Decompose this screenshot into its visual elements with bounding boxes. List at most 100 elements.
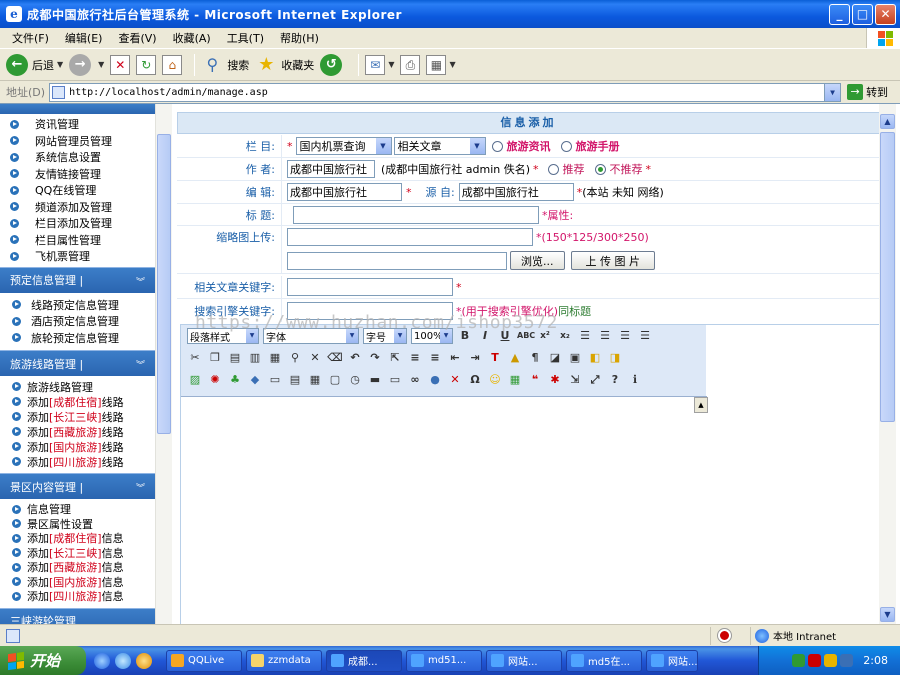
task-chengdu[interactable]: 成都... xyxy=(326,649,402,672)
address-url[interactable]: http://localhost/admin/manage.asp xyxy=(69,87,268,98)
sidebar-item[interactable]: 景区属性设置 xyxy=(0,517,155,532)
align-left-icon[interactable]: ☰ xyxy=(577,328,593,344)
copy-icon[interactable]: ❐ xyxy=(207,350,223,366)
menu-help[interactable]: 帮助(H) xyxy=(272,30,327,46)
hr-icon[interactable]: ▬ xyxy=(367,372,383,388)
task-website1[interactable]: 网站... xyxy=(486,649,562,672)
file-icon[interactable]: ◆ xyxy=(247,372,263,388)
sidebar-item[interactable]: 栏目属性管理 xyxy=(0,232,155,249)
scroll-thumb[interactable] xyxy=(880,132,895,422)
address-dropdown-icon[interactable]: ▼ xyxy=(824,83,841,101)
chevron-down-icon[interactable]: ︾ xyxy=(136,275,145,288)
minimize-button[interactable]: _ xyxy=(829,4,850,25)
browser-quicklaunch-icon[interactable] xyxy=(115,652,131,669)
close-button[interactable]: ✕ xyxy=(875,4,896,25)
radio-not-recommend[interactable] xyxy=(594,163,606,175)
emoticon-icon[interactable]: ☺ xyxy=(487,372,503,388)
sidebar-item[interactable]: 添加 [长江三峡] 信息 xyxy=(0,546,155,561)
browse-button[interactable]: 浏览... xyxy=(510,251,565,270)
excel-icon[interactable]: ▦ xyxy=(507,372,523,388)
go-button[interactable]: → 转到 xyxy=(847,84,888,100)
sidebar-group-header[interactable]: 景区内容管理 | ︾ xyxy=(0,473,155,499)
sidebar-link[interactable]: [西藏旅游] xyxy=(49,424,102,440)
radio-not-recommend-label[interactable]: 不推荐 xyxy=(610,161,643,177)
task-zzmdata[interactable]: zzmdata xyxy=(246,649,322,672)
sidebar-item[interactable]: 旅游线路管理 xyxy=(0,379,155,394)
iframe-icon[interactable]: ▦ xyxy=(307,372,323,388)
sidebar-link[interactable]: 网站管理员管理 xyxy=(35,133,112,149)
radio-recommend[interactable] xyxy=(547,163,559,175)
subcategory-select[interactable]: 相关文章 ▼ xyxy=(393,137,486,155)
task-website2[interactable]: 网站... xyxy=(646,649,698,672)
eraser-icon[interactable]: ⌫ xyxy=(327,350,343,366)
paste-icon[interactable]: ▤ xyxy=(227,350,243,366)
paragraph-style-select[interactable]: 段落样式 ▼ xyxy=(187,328,259,344)
font-select[interactable]: 字体 ▼ xyxy=(263,328,359,344)
sidebar-item[interactable]: 旅轮预定信息管理 xyxy=(0,330,155,347)
zoom-select[interactable]: 100% ▼ xyxy=(411,328,453,344)
paragraph-icon[interactable]: ¶ xyxy=(527,350,543,366)
address-input[interactable]: http://localhost/admin/manage.asp ▼ xyxy=(49,82,842,102)
upload-image-button[interactable]: 上 传 图 片 xyxy=(570,251,655,270)
sidebar-item[interactable]: 添加 [四川旅游] 信息 xyxy=(0,589,155,604)
sidebar-item[interactable]: 酒店预定信息管理 xyxy=(0,313,155,330)
cut-icon[interactable]: ✂ xyxy=(187,350,203,366)
sidebar-item[interactable]: 添加 [国内旅游] 线路 xyxy=(0,439,155,454)
image-icon[interactable]: ▨ xyxy=(187,372,203,388)
forward-button[interactable]: → ▼ xyxy=(69,53,104,76)
import-icon[interactable]: ⇲ xyxy=(567,372,583,388)
quote-icon[interactable]: ❝ xyxy=(527,372,543,388)
sidebar-link[interactable]: 线路预定信息管理 xyxy=(31,297,119,313)
find-icon[interactable]: ⚲ xyxy=(287,350,303,366)
start-button[interactable]: 开始 xyxy=(0,646,86,675)
sidebar-item[interactable]: 添加 [国内旅游] 信息 xyxy=(0,575,155,590)
sidebar-item[interactable]: 飞机票管理 xyxy=(0,248,155,265)
paste-word-icon[interactable]: ▦ xyxy=(267,350,283,366)
time-icon[interactable]: ◷ xyxy=(347,372,363,388)
home-button[interactable]: ⌂ xyxy=(162,54,183,75)
radio-travel-guide-label[interactable]: 旅游手册 xyxy=(576,138,620,154)
select-icon[interactable]: ⇱ xyxy=(387,350,403,366)
sidebar-group-header[interactable]: 预定信息管理 | ︾ xyxy=(0,266,155,293)
editor-input[interactable]: 成都中国旅行社 xyxy=(287,183,402,201)
radio-travel-guide[interactable] xyxy=(560,140,572,152)
undo-icon[interactable]: ↶ xyxy=(347,350,363,366)
sidebar-scrollbar[interactable] xyxy=(155,104,172,625)
menu-view[interactable]: 查看(V) xyxy=(110,30,164,46)
author-input[interactable]: 成都中国旅行社 xyxy=(287,160,375,178)
flash-icon[interactable]: ✺ xyxy=(207,372,223,388)
related-keywords-input[interactable] xyxy=(287,278,453,296)
sidebar-item[interactable]: QQ在线管理 xyxy=(0,182,155,199)
history-button[interactable]: ↺ xyxy=(320,53,346,76)
align-justify-icon[interactable]: ☰ xyxy=(637,328,653,344)
layer-front-icon[interactable]: ◧ xyxy=(587,350,603,366)
chevron-down-icon[interactable]: ︾ xyxy=(136,481,145,494)
outdent-icon[interactable]: ⇤ xyxy=(447,350,463,366)
mail-button[interactable]: ✉ ▼ xyxy=(365,54,394,75)
sidebar-item[interactable]: 频道添加及管理 xyxy=(0,199,155,216)
align-center-icon[interactable]: ☰ xyxy=(597,328,613,344)
media-icon[interactable]: ♣ xyxy=(227,372,243,388)
link-icon[interactable]: ∞ xyxy=(407,372,423,388)
thumbnail-path-input[interactable] xyxy=(287,228,533,246)
sidebar-link[interactable]: 栏目属性管理 xyxy=(35,232,101,248)
edit-page-button[interactable]: ▦ ▼ xyxy=(426,54,456,75)
sidebar-link[interactable]: 旅轮预定信息管理 xyxy=(31,330,119,346)
search-button[interactable]: ⚲ 搜索 xyxy=(201,54,249,76)
unordered-list-icon[interactable]: ≡ xyxy=(427,350,443,366)
back-dropdown-icon[interactable]: ▼ xyxy=(57,60,63,69)
sidebar-link[interactable]: [国内旅游] xyxy=(49,439,102,455)
file-input[interactable] xyxy=(287,251,507,270)
sidebar-group-header[interactable]: 三峡游轮管理 xyxy=(0,607,155,625)
sidebar-item[interactable]: 资讯管理 xyxy=(0,116,155,133)
menu-edit[interactable]: 编辑(E) xyxy=(57,30,111,46)
favorites-button[interactable]: ★ 收藏夹 xyxy=(255,54,314,76)
indent-icon[interactable]: ⇥ xyxy=(467,350,483,366)
source-input[interactable]: 成都中国旅行社 xyxy=(458,183,574,201)
font-size-select[interactable]: 字号 ▼ xyxy=(363,328,407,344)
anchor-icon[interactable]: ● xyxy=(427,372,443,388)
sidebar-item[interactable]: 添加 [四川旅游] 线路 xyxy=(0,454,155,469)
sidebar-item[interactable]: 信息管理 xyxy=(0,502,155,517)
sidebar-link[interactable]: [成都住宿] xyxy=(49,394,102,410)
seo-keywords-input[interactable] xyxy=(287,301,453,320)
